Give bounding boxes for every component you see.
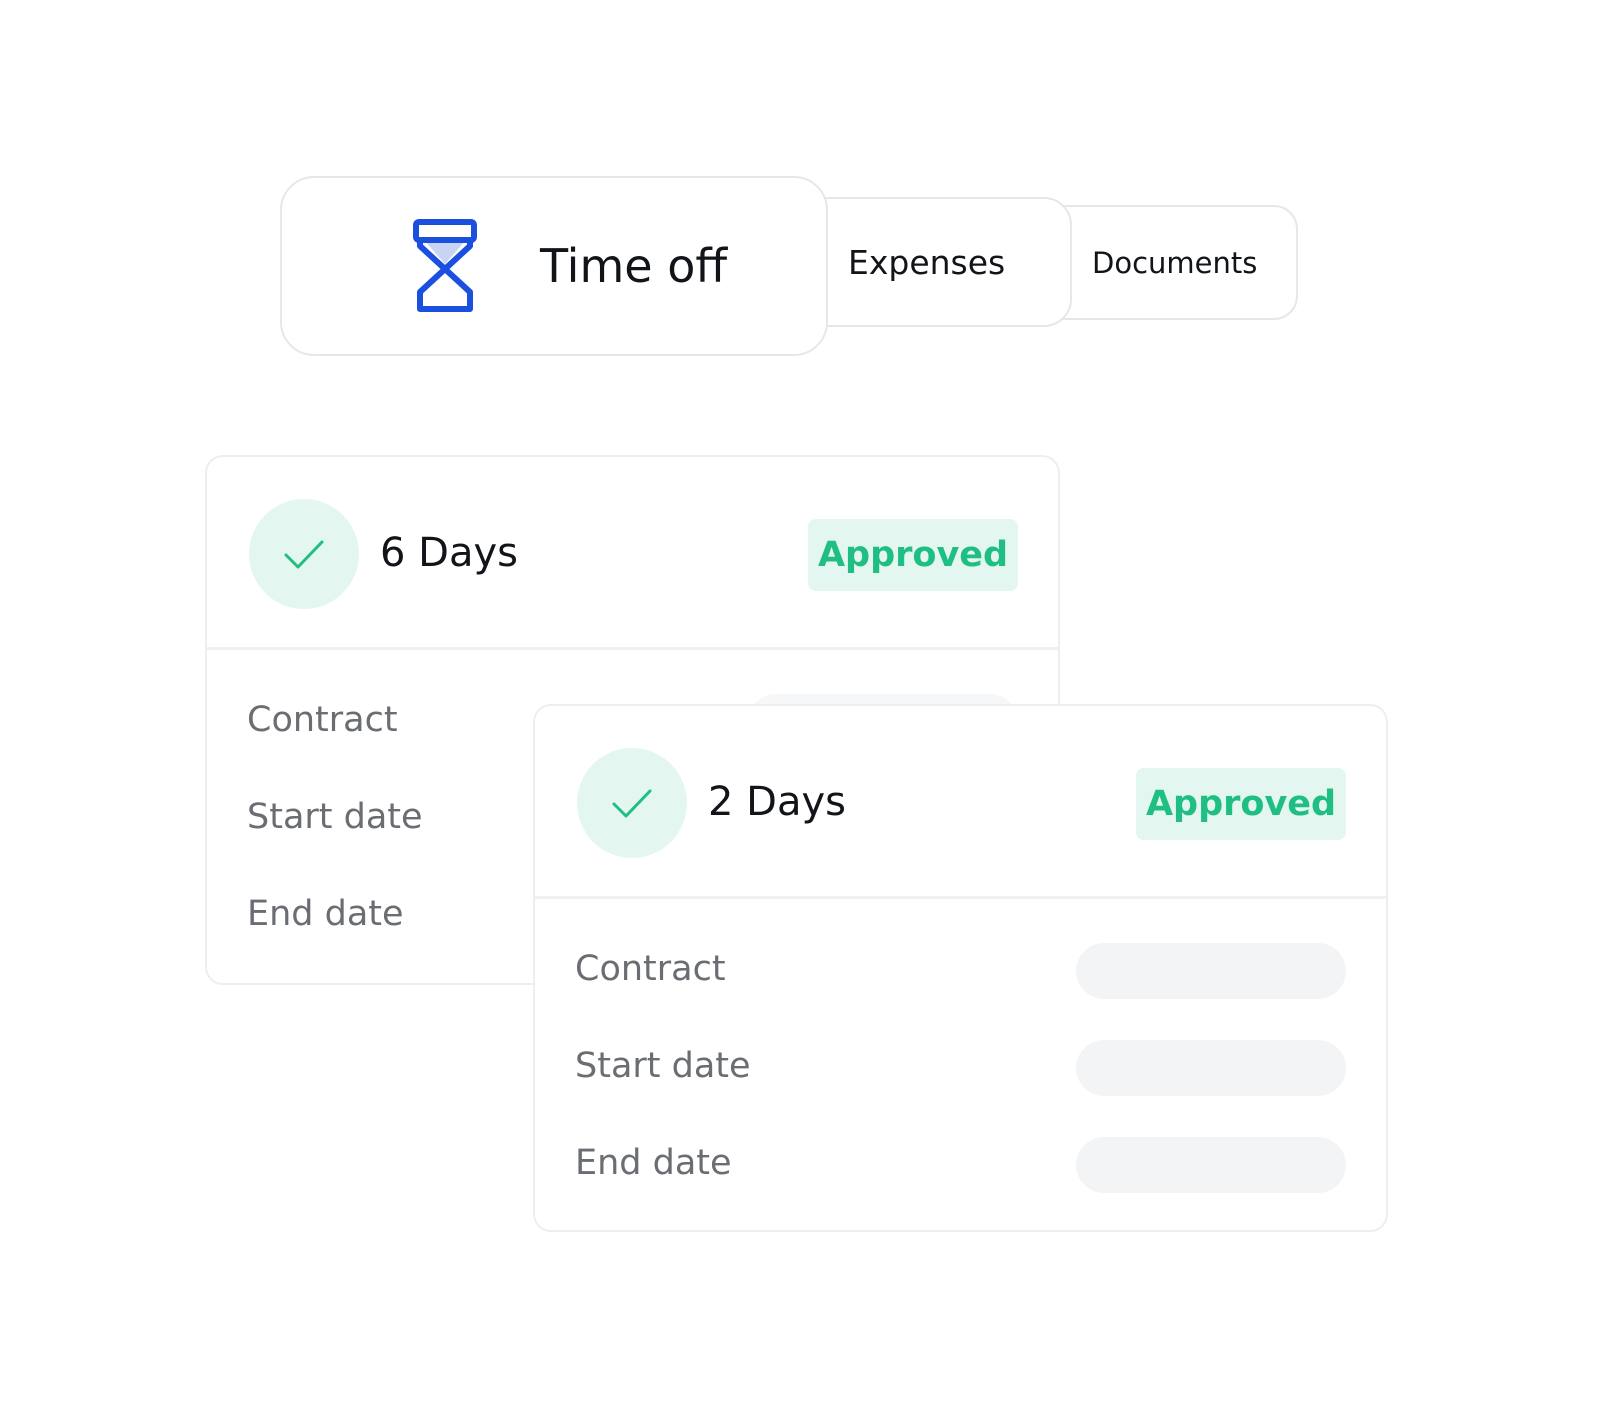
check-icon	[249, 499, 359, 609]
detail-label: Contract	[575, 949, 726, 989]
check-icon	[577, 748, 687, 858]
tab-time-off-label: Time off	[540, 239, 728, 293]
card-header: 2 Days Approved	[535, 706, 1386, 899]
detail-row-contract: Contract	[535, 921, 1386, 1018]
tab-expenses-label: Expenses	[848, 242, 1006, 282]
tab-time-off[interactable]: Time off	[280, 176, 828, 356]
time-off-preview: Documents Expenses Time off 6 Days Appro…	[0, 0, 1600, 1428]
detail-label: Contract	[247, 700, 398, 740]
value-placeholder	[1076, 1137, 1346, 1193]
value-placeholder	[1076, 1040, 1346, 1096]
hourglass-icon	[413, 219, 477, 312]
status-badge: Approved	[1136, 768, 1346, 840]
tab-expenses[interactable]: Expenses	[822, 197, 1072, 327]
time-off-request-card[interactable]: 2 Days Approved Contract Start date End …	[533, 704, 1388, 1232]
detail-label: End date	[575, 1143, 732, 1183]
detail-label: Start date	[247, 797, 423, 837]
days-count: 6 Days	[380, 530, 518, 576]
detail-row-end-date: End date	[535, 1115, 1386, 1212]
status-badge: Approved	[808, 519, 1018, 591]
detail-list: Contract Start date End date	[535, 921, 1386, 1212]
detail-label: Start date	[575, 1046, 751, 1086]
detail-row-start-date: Start date	[535, 1018, 1386, 1115]
tab-documents-label: Documents	[1092, 245, 1258, 280]
tab-documents[interactable]: Documents	[1050, 205, 1298, 320]
detail-label: End date	[247, 894, 404, 934]
card-header: 6 Days Approved	[207, 457, 1058, 650]
days-count: 2 Days	[708, 779, 846, 825]
value-placeholder	[1076, 943, 1346, 999]
